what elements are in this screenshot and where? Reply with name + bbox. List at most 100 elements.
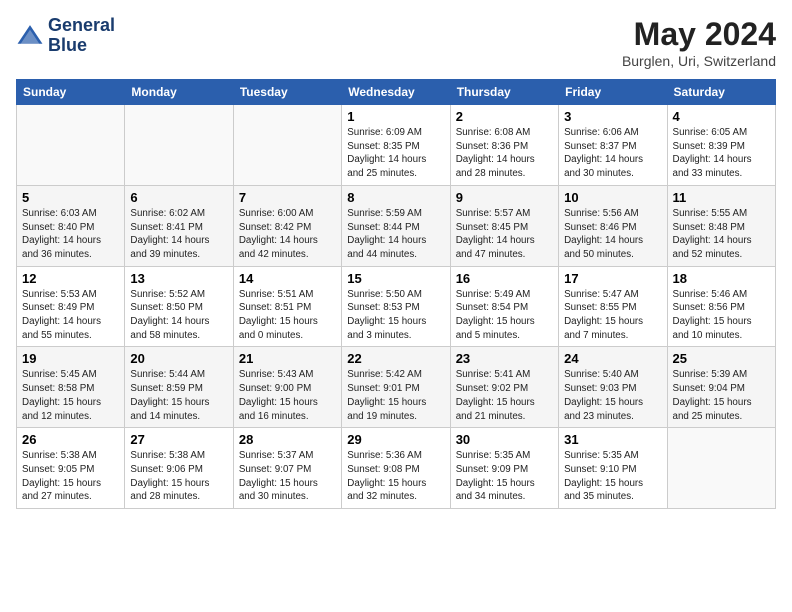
day-number: 11 — [673, 190, 770, 205]
calendar-week-5: 26 Sunrise: 5:38 AMSunset: 9:05 PMDayligh… — [17, 428, 776, 509]
day-number: 4 — [673, 109, 770, 124]
calendar-cell: 15Sunrise: 5:50 AMSunset: 8:53 PMDayligh… — [342, 266, 450, 347]
calendar-cell: 4 Sunrise: 6:05 AMSunset: 8:39 PMDaylight… — [667, 105, 775, 186]
day-number: 7 — [239, 190, 336, 205]
weekday-header-saturday: Saturday — [667, 80, 775, 105]
weekday-header-tuesday: Tuesday — [233, 80, 341, 105]
calendar-cell: 26 Sunrise: 5:38 AMSunset: 9:05 PMDayligh… — [17, 428, 125, 509]
day-info: Sunrise: 5:45 AMSunset: 8:58 PMDaylight:… — [22, 368, 119, 423]
logo-text: General Blue — [48, 16, 115, 56]
calendar-week-3: 12 Sunrise: 5:53 AMSunset: 8:49 PMDayligh… — [17, 266, 776, 347]
calendar-cell: 13Sunrise: 5:52 AMSunset: 8:50 PMDayligh… — [125, 266, 233, 347]
day-info: Sunrise: 5:59 AMSunset: 8:44 PMDaylight:… — [347, 207, 444, 262]
day-number: 26 — [22, 432, 119, 447]
calendar-week-2: 5Sunrise: 6:03 AMSunset: 8:40 PMDaylight… — [17, 185, 776, 266]
calendar-cell: 7 Sunrise: 6:00 AMSunset: 8:42 PMDaylight… — [233, 185, 341, 266]
calendar-cell: 16Sunrise: 5:49 AMSunset: 8:54 PMDayligh… — [450, 266, 558, 347]
day-info: Sunrise: 5:44 AMSunset: 8:59 PMDaylight:… — [130, 368, 227, 423]
day-info: Sunrise: 5:51 AMSunset: 8:51 PMDaylight:… — [239, 288, 336, 343]
day-number: 3 — [564, 109, 661, 124]
day-info: Sunrise: 5:55 AMSunset: 8:48 PMDaylight:… — [673, 207, 770, 262]
day-number: 30 — [456, 432, 553, 447]
day-info: Sunrise: 6:05 AMSunset: 8:39 PMDaylight:… — [673, 126, 770, 181]
calendar-cell: 12 Sunrise: 5:53 AMSunset: 8:49 PMDayligh… — [17, 266, 125, 347]
day-info: Sunrise: 5:37 AMSunset: 9:07 PMDaylight:… — [239, 449, 336, 504]
day-number: 10 — [564, 190, 661, 205]
day-info: Sunrise: 6:02 AMSunset: 8:41 PMDaylight:… — [130, 207, 227, 262]
day-info: Sunrise: 5:38 AMSunset: 9:05 PMDaylight:… — [22, 449, 119, 504]
day-info: Sunrise: 5:35 AMSunset: 9:10 PMDaylight:… — [564, 449, 661, 504]
day-info: Sunrise: 5:47 AMSunset: 8:55 PMDaylight:… — [564, 288, 661, 343]
logo-line1: General — [48, 16, 115, 36]
calendar-cell: 28 Sunrise: 5:37 AMSunset: 9:07 PMDayligh… — [233, 428, 341, 509]
day-info: Sunrise: 5:53 AMSunset: 8:49 PMDaylight:… — [22, 288, 119, 343]
day-number: 31 — [564, 432, 661, 447]
calendar-cell — [667, 428, 775, 509]
calendar-cell: 27 Sunrise: 5:38 AMSunset: 9:06 PMDayligh… — [125, 428, 233, 509]
day-info: Sunrise: 5:57 AMSunset: 8:45 PMDaylight:… — [456, 207, 553, 262]
day-number: 17 — [564, 271, 661, 286]
day-number: 28 — [239, 432, 336, 447]
title-block: May 2024 Burglen, Uri, Switzerland — [622, 16, 776, 69]
day-info: Sunrise: 5:41 AMSunset: 9:02 PMDaylight:… — [456, 368, 553, 423]
calendar-cell: 25 Sunrise: 5:39 AMSunset: 9:04 PMDayligh… — [667, 347, 775, 428]
day-number: 21 — [239, 351, 336, 366]
day-info: Sunrise: 5:38 AMSunset: 9:06 PMDaylight:… — [130, 449, 227, 504]
day-number: 27 — [130, 432, 227, 447]
day-number: 12 — [22, 271, 119, 286]
calendar-cell: 19 Sunrise: 5:45 AMSunset: 8:58 PMDayligh… — [17, 347, 125, 428]
day-number: 29 — [347, 432, 444, 447]
calendar-cell: 8Sunrise: 5:59 AMSunset: 8:44 PMDaylight… — [342, 185, 450, 266]
day-info: Sunrise: 5:46 AMSunset: 8:56 PMDaylight:… — [673, 288, 770, 343]
day-number: 25 — [673, 351, 770, 366]
day-info: Sunrise: 5:52 AMSunset: 8:50 PMDaylight:… — [130, 288, 227, 343]
calendar-cell: 20 Sunrise: 5:44 AMSunset: 8:59 PMDayligh… — [125, 347, 233, 428]
weekday-header-wednesday: Wednesday — [342, 80, 450, 105]
month-year: May 2024 — [622, 16, 776, 53]
calendar-cell — [125, 105, 233, 186]
day-info: Sunrise: 5:35 AMSunset: 9:09 PMDaylight:… — [456, 449, 553, 504]
weekday-header-row: SundayMondayTuesdayWednesdayThursdayFrid… — [17, 80, 776, 105]
day-number: 18 — [673, 271, 770, 286]
calendar-cell: 23 Sunrise: 5:41 AMSunset: 9:02 PMDayligh… — [450, 347, 558, 428]
day-info: Sunrise: 5:49 AMSunset: 8:54 PMDaylight:… — [456, 288, 553, 343]
calendar-cell: 17 Sunrise: 5:47 AMSunset: 8:55 PMDayligh… — [559, 266, 667, 347]
day-info: Sunrise: 6:08 AMSunset: 8:36 PMDaylight:… — [456, 126, 553, 181]
calendar-cell: 24 Sunrise: 5:40 AMSunset: 9:03 PMDayligh… — [559, 347, 667, 428]
weekday-header-sunday: Sunday — [17, 80, 125, 105]
day-number: 19 — [22, 351, 119, 366]
day-info: Sunrise: 6:00 AMSunset: 8:42 PMDaylight:… — [239, 207, 336, 262]
day-info: Sunrise: 5:36 AMSunset: 9:08 PMDaylight:… — [347, 449, 444, 504]
calendar-cell: 5Sunrise: 6:03 AMSunset: 8:40 PMDaylight… — [17, 185, 125, 266]
weekday-header-friday: Friday — [559, 80, 667, 105]
calendar-cell: 21Sunrise: 5:43 AMSunset: 9:00 PMDayligh… — [233, 347, 341, 428]
calendar-cell: 3 Sunrise: 6:06 AMSunset: 8:37 PMDaylight… — [559, 105, 667, 186]
day-info: Sunrise: 5:40 AMSunset: 9:03 PMDaylight:… — [564, 368, 661, 423]
calendar-cell — [17, 105, 125, 186]
day-info: Sunrise: 5:39 AMSunset: 9:04 PMDaylight:… — [673, 368, 770, 423]
weekday-header-thursday: Thursday — [450, 80, 558, 105]
calendar-cell: 10 Sunrise: 5:56 AMSunset: 8:46 PMDayligh… — [559, 185, 667, 266]
calendar-table: SundayMondayTuesdayWednesdayThursdayFrid… — [16, 79, 776, 509]
calendar-body: 1 Sunrise: 6:09 AMSunset: 8:35 PMDaylight… — [17, 105, 776, 509]
day-number: 24 — [564, 351, 661, 366]
day-number: 23 — [456, 351, 553, 366]
calendar-header: SundayMondayTuesdayWednesdayThursdayFrid… — [17, 80, 776, 105]
calendar-cell: 29 Sunrise: 5:36 AMSunset: 9:08 PMDayligh… — [342, 428, 450, 509]
day-number: 6 — [130, 190, 227, 205]
page-header: General Blue May 2024 Burglen, Uri, Swit… — [16, 16, 776, 69]
day-number: 1 — [347, 109, 444, 124]
day-info: Sunrise: 6:09 AMSunset: 8:35 PMDaylight:… — [347, 126, 444, 181]
day-number: 9 — [456, 190, 553, 205]
calendar-cell: 6 Sunrise: 6:02 AMSunset: 8:41 PMDaylight… — [125, 185, 233, 266]
day-info: Sunrise: 6:06 AMSunset: 8:37 PMDaylight:… — [564, 126, 661, 181]
logo: General Blue — [16, 16, 115, 56]
calendar-cell: 2Sunrise: 6:08 AMSunset: 8:36 PMDaylight… — [450, 105, 558, 186]
day-info: Sunrise: 5:50 AMSunset: 8:53 PMDaylight:… — [347, 288, 444, 343]
calendar-cell: 18 Sunrise: 5:46 AMSunset: 8:56 PMDayligh… — [667, 266, 775, 347]
calendar-cell: 31 Sunrise: 5:35 AMSunset: 9:10 PMDayligh… — [559, 428, 667, 509]
calendar-week-4: 19 Sunrise: 5:45 AMSunset: 8:58 PMDayligh… — [17, 347, 776, 428]
day-number: 20 — [130, 351, 227, 366]
day-info: Sunrise: 5:56 AMSunset: 8:46 PMDaylight:… — [564, 207, 661, 262]
calendar-cell: 14Sunrise: 5:51 AMSunset: 8:51 PMDayligh… — [233, 266, 341, 347]
